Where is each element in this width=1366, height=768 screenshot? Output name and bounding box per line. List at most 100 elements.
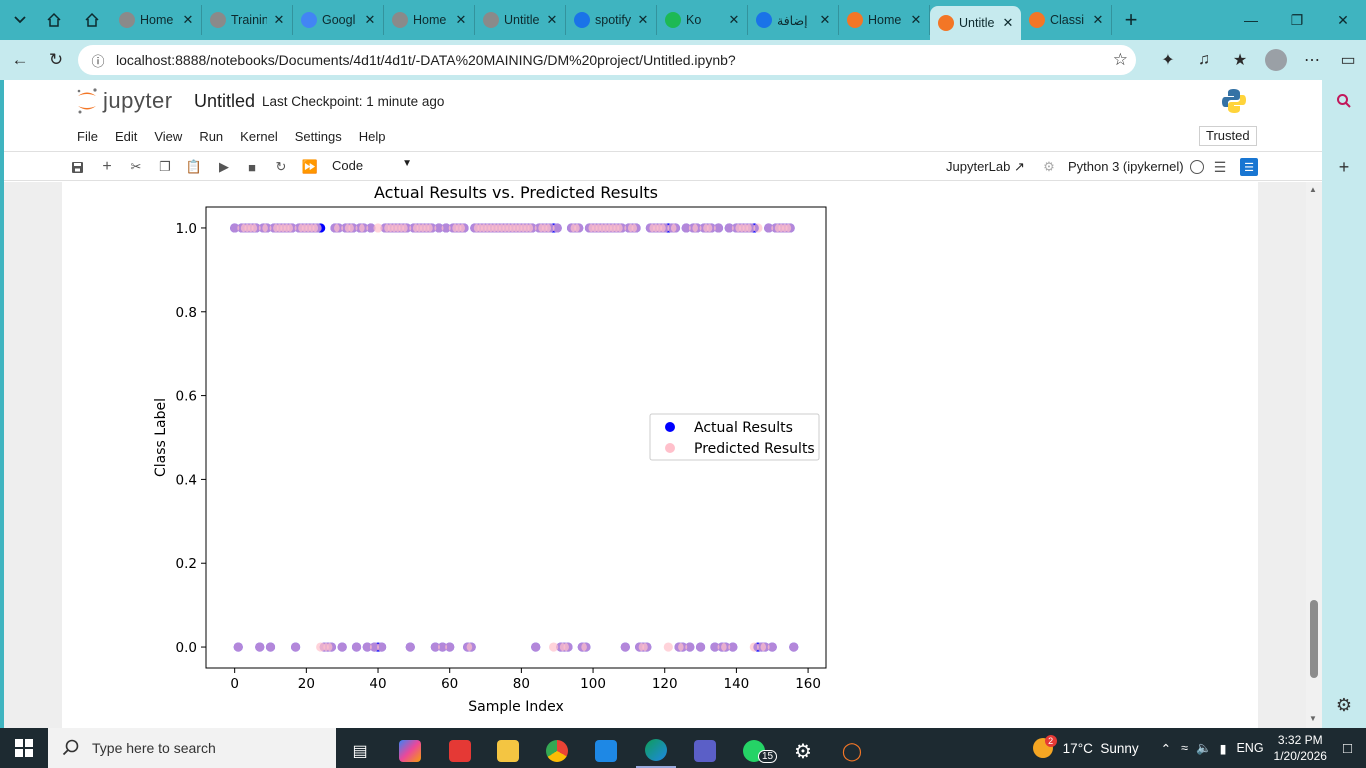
menu-view[interactable]: View xyxy=(154,129,182,144)
tab-close-icon[interactable]: ✕ xyxy=(1091,12,1105,28)
jupyter-logo[interactable]: jupyter xyxy=(76,86,184,116)
start-button[interactable] xyxy=(0,728,48,768)
more-options-icon[interactable]: ⋯ xyxy=(1294,44,1330,76)
edge-app[interactable] xyxy=(636,734,676,768)
add-panel-icon[interactable]: + xyxy=(1333,156,1355,178)
tab-close-icon[interactable]: ✕ xyxy=(727,12,741,28)
menu-help[interactable]: Help xyxy=(359,129,386,144)
teams-app[interactable] xyxy=(685,734,725,768)
whatsapp-badge: 15 xyxy=(758,750,778,763)
tab-close-icon[interactable]: ✕ xyxy=(272,12,286,28)
new-tab-button[interactable]: + xyxy=(1116,6,1146,34)
cut-icon[interactable]: ✂ xyxy=(127,158,145,176)
menu-run[interactable]: Run xyxy=(199,129,223,144)
wps-app[interactable] xyxy=(440,734,480,768)
home-tab-2[interactable] xyxy=(73,6,111,34)
minimize-button[interactable]: — xyxy=(1228,0,1274,40)
close-window-button[interactable]: ✕ xyxy=(1320,0,1366,40)
search-icon xyxy=(62,739,79,756)
file-explorer-app[interactable] xyxy=(488,734,528,768)
browser-tab[interactable]: Home ✕ xyxy=(111,5,202,35)
browser-tab[interactable]: إضافة ✕ xyxy=(748,5,839,35)
search-icon[interactable] xyxy=(1333,90,1355,112)
browser-tab[interactable]: Untitle ✕ xyxy=(930,6,1021,40)
wifi-icon[interactable]: ≈ xyxy=(1181,741,1188,755)
restart-icon[interactable]: ↻ xyxy=(272,158,290,176)
browser-tab[interactable]: Ko ✕ xyxy=(657,5,748,35)
favorites-icon[interactable]: ★ xyxy=(1222,44,1258,76)
browser-tab[interactable]: Untitle ✕ xyxy=(475,5,566,35)
browser-tab[interactable]: spotify ✕ xyxy=(566,5,657,35)
jupyterlab-link[interactable]: JupyterLab ↗ xyxy=(946,159,1025,175)
property-inspector-icon[interactable]: ☰ xyxy=(1240,158,1258,176)
restore-button[interactable]: ❐ xyxy=(1274,0,1320,40)
debugger-bug-icon[interactable]: ⚙ xyxy=(1040,158,1058,176)
menu-lines-icon[interactable]: ☰ xyxy=(1211,158,1229,176)
insert-cell-icon[interactable]: + xyxy=(98,158,116,176)
browser-tab[interactable]: Classi ✕ xyxy=(1021,5,1112,35)
copy-icon[interactable]: ❐ xyxy=(156,158,174,176)
weather-widget[interactable]: 2 17°C Sunny xyxy=(1032,735,1139,758)
stop-icon[interactable]: ■ xyxy=(243,158,261,176)
language-indicator[interactable]: ENG xyxy=(1236,741,1263,755)
extensions-icon[interactable]: ✦ xyxy=(1150,44,1186,76)
jupyter-page: jupyter Untitled Last Checkpoint: 1 minu… xyxy=(4,80,1322,728)
settings-app[interactable]: ⚙ xyxy=(783,734,823,768)
data-point xyxy=(531,642,541,652)
browser-tab[interactable]: Trainin ✕ xyxy=(202,5,293,35)
tab-close-icon[interactable]: ✕ xyxy=(636,12,650,28)
scrollbar-thumb[interactable] xyxy=(1310,600,1318,678)
notebook-scrollbar[interactable]: ▲ ▼ xyxy=(1306,182,1322,728)
task-view-button[interactable]: ▤ xyxy=(340,734,380,768)
tab-actions-menu[interactable] xyxy=(5,6,35,34)
profile-avatar[interactable] xyxy=(1265,49,1287,71)
volume-icon[interactable]: 🔈 xyxy=(1196,741,1212,756)
refresh-button[interactable]: ↻ xyxy=(38,44,74,76)
vscode-app[interactable] xyxy=(586,734,626,768)
data-point xyxy=(620,642,630,652)
browser-tab[interactable]: Home ✕ xyxy=(839,5,930,35)
notebook-title[interactable]: Untitled xyxy=(194,91,255,112)
browser-tab[interactable]: Home ✕ xyxy=(384,5,475,35)
tab-close-icon[interactable]: ✕ xyxy=(181,12,195,28)
chrome-app[interactable] xyxy=(537,734,577,768)
menu-edit[interactable]: Edit xyxy=(115,129,137,144)
tab-close-icon[interactable]: ✕ xyxy=(1001,15,1015,31)
fast-forward-icon[interactable]: ⏩ xyxy=(301,158,319,176)
address-bar[interactable]: ⓘ localhost:8888/notebooks/Documents/4d1… xyxy=(78,45,1136,75)
whatsapp-app[interactable]: 15 xyxy=(734,734,778,768)
settings-gear-icon[interactable]: ⚙ xyxy=(1333,694,1355,716)
menu-settings[interactable]: Settings xyxy=(295,129,342,144)
save-icon[interactable] xyxy=(68,158,86,176)
menu-file[interactable]: File xyxy=(77,129,98,144)
tab-close-icon[interactable]: ✕ xyxy=(818,12,832,28)
back-button[interactable]: ← xyxy=(2,44,38,76)
chevron-up-icon[interactable]: ⌃ xyxy=(1161,741,1171,756)
kernel-name[interactable]: Python 3 (ipykernel) xyxy=(1068,159,1184,174)
media-icon[interactable]: ♫ xyxy=(1186,44,1222,76)
address-url[interactable]: localhost:8888/notebooks/Documents/4d1t/… xyxy=(116,52,736,68)
jupyter-app[interactable]: ◯ xyxy=(832,734,872,768)
copilot-app[interactable] xyxy=(390,734,430,768)
trusted-badge[interactable]: Trusted xyxy=(1199,126,1257,146)
menu-kernel[interactable]: Kernel xyxy=(240,129,278,144)
sidebar-toggle-icon[interactable]: ▭ xyxy=(1330,44,1366,76)
tab-close-icon[interactable]: ✕ xyxy=(545,12,559,28)
tab-close-icon[interactable]: ✕ xyxy=(454,12,468,28)
site-info-icon[interactable]: ⓘ xyxy=(88,50,108,70)
paste-icon[interactable]: 📋 xyxy=(185,158,203,176)
data-point xyxy=(445,642,455,652)
taskbar-search[interactable]: Type here to search xyxy=(48,728,336,768)
home-tab-1[interactable] xyxy=(35,6,73,34)
tab-close-icon[interactable]: ✕ xyxy=(363,12,377,28)
battery-icon[interactable]: ▮ xyxy=(1220,741,1227,756)
clock[interactable]: 3:32 PM 1/20/2026 xyxy=(1274,732,1327,764)
browser-tab[interactable]: Googl ✕ xyxy=(293,5,384,35)
cell-type-select[interactable]: Code ▼ xyxy=(332,158,412,176)
tab-close-icon[interactable]: ✕ xyxy=(909,12,923,28)
favorite-star-icon[interactable]: ☆ xyxy=(1113,50,1128,70)
notifications-icon[interactable]: □ xyxy=(1343,740,1352,757)
scroll-up-arrow[interactable]: ▲ xyxy=(1309,185,1317,194)
run-icon[interactable]: ▶ xyxy=(215,158,233,176)
scroll-down-arrow[interactable]: ▼ xyxy=(1309,714,1317,723)
